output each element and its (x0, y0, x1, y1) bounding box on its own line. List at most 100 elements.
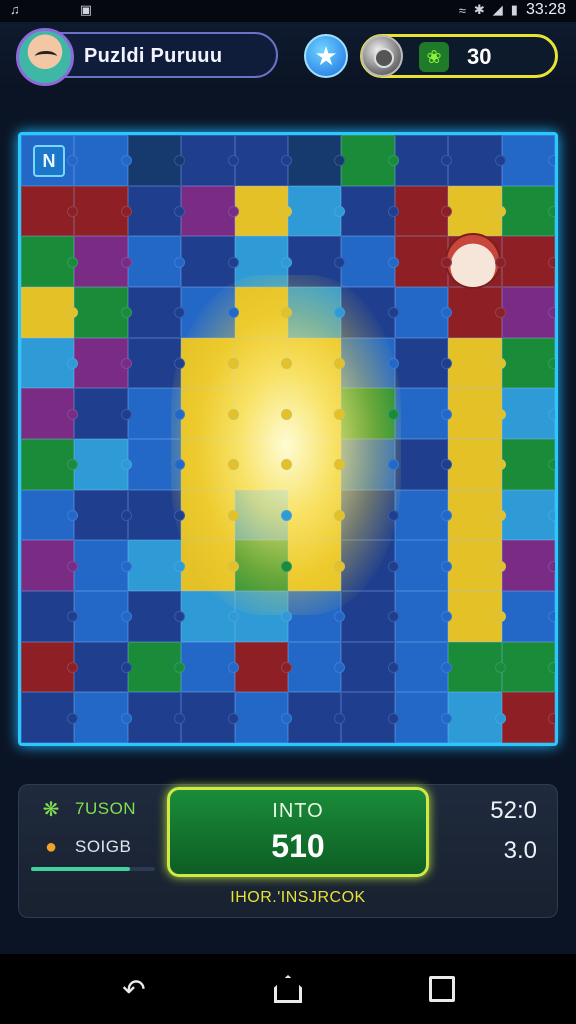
puzzle-piece[interactable] (341, 337, 400, 389)
back-button[interactable]: ↶ (114, 972, 154, 1006)
puzzle-piece[interactable] (288, 236, 346, 287)
puzzle-piece[interactable] (341, 439, 400, 490)
puzzle-piece[interactable] (21, 591, 79, 642)
puzzle-piece[interactable] (501, 591, 555, 642)
profile-pill[interactable]: Puzldi Puruuu (16, 28, 278, 86)
puzzle-piece[interactable] (181, 287, 240, 338)
score-display-button[interactable]: INTO 510 (167, 787, 429, 877)
puzzle-piece[interactable] (394, 641, 453, 693)
puzzle-piece[interactable] (448, 641, 507, 693)
puzzle-piece[interactable] (501, 236, 555, 287)
puzzle-piece[interactable] (181, 641, 240, 693)
puzzle-piece[interactable] (234, 591, 293, 642)
puzzle-piece[interactable] (234, 287, 293, 338)
puzzle-piece[interactable] (288, 692, 346, 743)
home-button[interactable] (268, 972, 308, 1006)
puzzle-piece[interactable] (394, 236, 453, 287)
puzzle-piece[interactable] (341, 489, 400, 541)
puzzle-piece[interactable] (181, 489, 240, 541)
puzzle-piece[interactable] (234, 439, 293, 490)
puzzle-piece[interactable] (341, 591, 400, 642)
puzzle-piece[interactable] (74, 591, 133, 642)
puzzle-piece[interactable] (127, 540, 186, 591)
puzzle-piece[interactable] (394, 135, 453, 186)
puzzle-piece[interactable] (341, 185, 400, 237)
puzzle-piece[interactable] (501, 337, 555, 389)
puzzle-piece[interactable] (74, 185, 133, 237)
puzzle-piece[interactable] (288, 439, 346, 490)
puzzle-piece[interactable] (181, 591, 240, 642)
puzzle-piece[interactable] (288, 337, 346, 389)
puzzle-piece[interactable] (288, 185, 346, 237)
puzzle-piece[interactable] (21, 641, 79, 693)
puzzle-piece[interactable] (288, 540, 346, 591)
puzzle-piece[interactable] (448, 591, 507, 642)
puzzle-piece[interactable] (501, 287, 555, 338)
puzzle-piece[interactable] (288, 135, 346, 186)
puzzle-piece[interactable] (448, 388, 507, 439)
puzzle-piece[interactable] (181, 135, 240, 186)
puzzle-piece[interactable] (341, 388, 400, 439)
puzzle-piece[interactable] (501, 185, 555, 237)
puzzle-piece[interactable] (74, 439, 133, 490)
puzzle-piece[interactable] (501, 135, 555, 186)
puzzle-piece[interactable] (234, 540, 293, 591)
puzzle-piece[interactable] (394, 439, 453, 490)
puzzle-piece[interactable] (501, 388, 555, 439)
puzzle-piece[interactable] (21, 489, 79, 541)
puzzle-piece[interactable] (288, 287, 346, 338)
puzzle-piece[interactable] (21, 439, 79, 490)
puzzle-piece[interactable] (127, 692, 186, 743)
puzzle-piece[interactable] (234, 185, 293, 237)
puzzle-piece[interactable] (288, 388, 346, 439)
puzzle-piece[interactable] (181, 439, 240, 490)
puzzle-piece[interactable] (288, 489, 346, 541)
puzzle-piece[interactable] (448, 439, 507, 490)
puzzle-piece[interactable] (394, 388, 453, 439)
puzzle-piece[interactable] (448, 287, 507, 338)
puzzle-piece[interactable] (74, 489, 133, 541)
puzzle-piece[interactable] (448, 135, 507, 186)
puzzle-piece[interactable] (74, 540, 133, 591)
recents-button[interactable] (422, 972, 462, 1006)
puzzle-piece[interactable] (288, 591, 346, 642)
puzzle-piece[interactable] (501, 692, 555, 743)
puzzle-piece[interactable] (21, 692, 79, 743)
puzzle-piece[interactable] (501, 439, 555, 490)
puzzle-piece[interactable] (341, 540, 400, 591)
puzzle-piece[interactable] (341, 236, 400, 287)
puzzle-piece[interactable] (127, 135, 186, 186)
puzzle-piece[interactable] (394, 540, 453, 591)
puzzle-piece[interactable] (181, 185, 240, 237)
puzzle-grid[interactable] (21, 135, 555, 743)
puzzle-piece[interactable] (448, 489, 507, 541)
puzzle-piece[interactable] (394, 185, 453, 237)
puzzle-piece[interactable] (341, 287, 400, 338)
puzzle-board[interactable]: N (18, 132, 558, 746)
puzzle-piece[interactable] (21, 236, 79, 287)
puzzle-piece[interactable] (234, 236, 293, 287)
puzzle-piece[interactable] (74, 236, 133, 287)
puzzle-piece[interactable] (234, 388, 293, 439)
puzzle-piece[interactable] (127, 591, 186, 642)
puzzle-piece[interactable] (341, 641, 400, 693)
puzzle-piece[interactable] (181, 388, 240, 439)
puzzle-piece[interactable] (181, 692, 240, 743)
puzzle-piece[interactable] (501, 540, 555, 591)
puzzle-piece[interactable] (21, 337, 79, 389)
puzzle-piece[interactable] (448, 185, 507, 237)
puzzle-piece[interactable] (74, 135, 133, 186)
puzzle-piece[interactable] (394, 692, 453, 743)
puzzle-piece[interactable] (21, 540, 79, 591)
puzzle-piece[interactable] (234, 337, 293, 389)
puzzle-piece[interactable] (394, 337, 453, 389)
puzzle-piece[interactable] (181, 540, 240, 591)
puzzle-piece[interactable] (501, 489, 555, 541)
puzzle-piece[interactable] (74, 287, 133, 338)
puzzle-piece[interactable] (21, 185, 79, 237)
puzzle-piece[interactable] (127, 388, 186, 439)
puzzle-piece[interactable] (127, 641, 186, 693)
puzzle-piece[interactable] (127, 287, 186, 338)
puzzle-piece[interactable] (448, 692, 507, 743)
puzzle-piece[interactable] (127, 236, 186, 287)
